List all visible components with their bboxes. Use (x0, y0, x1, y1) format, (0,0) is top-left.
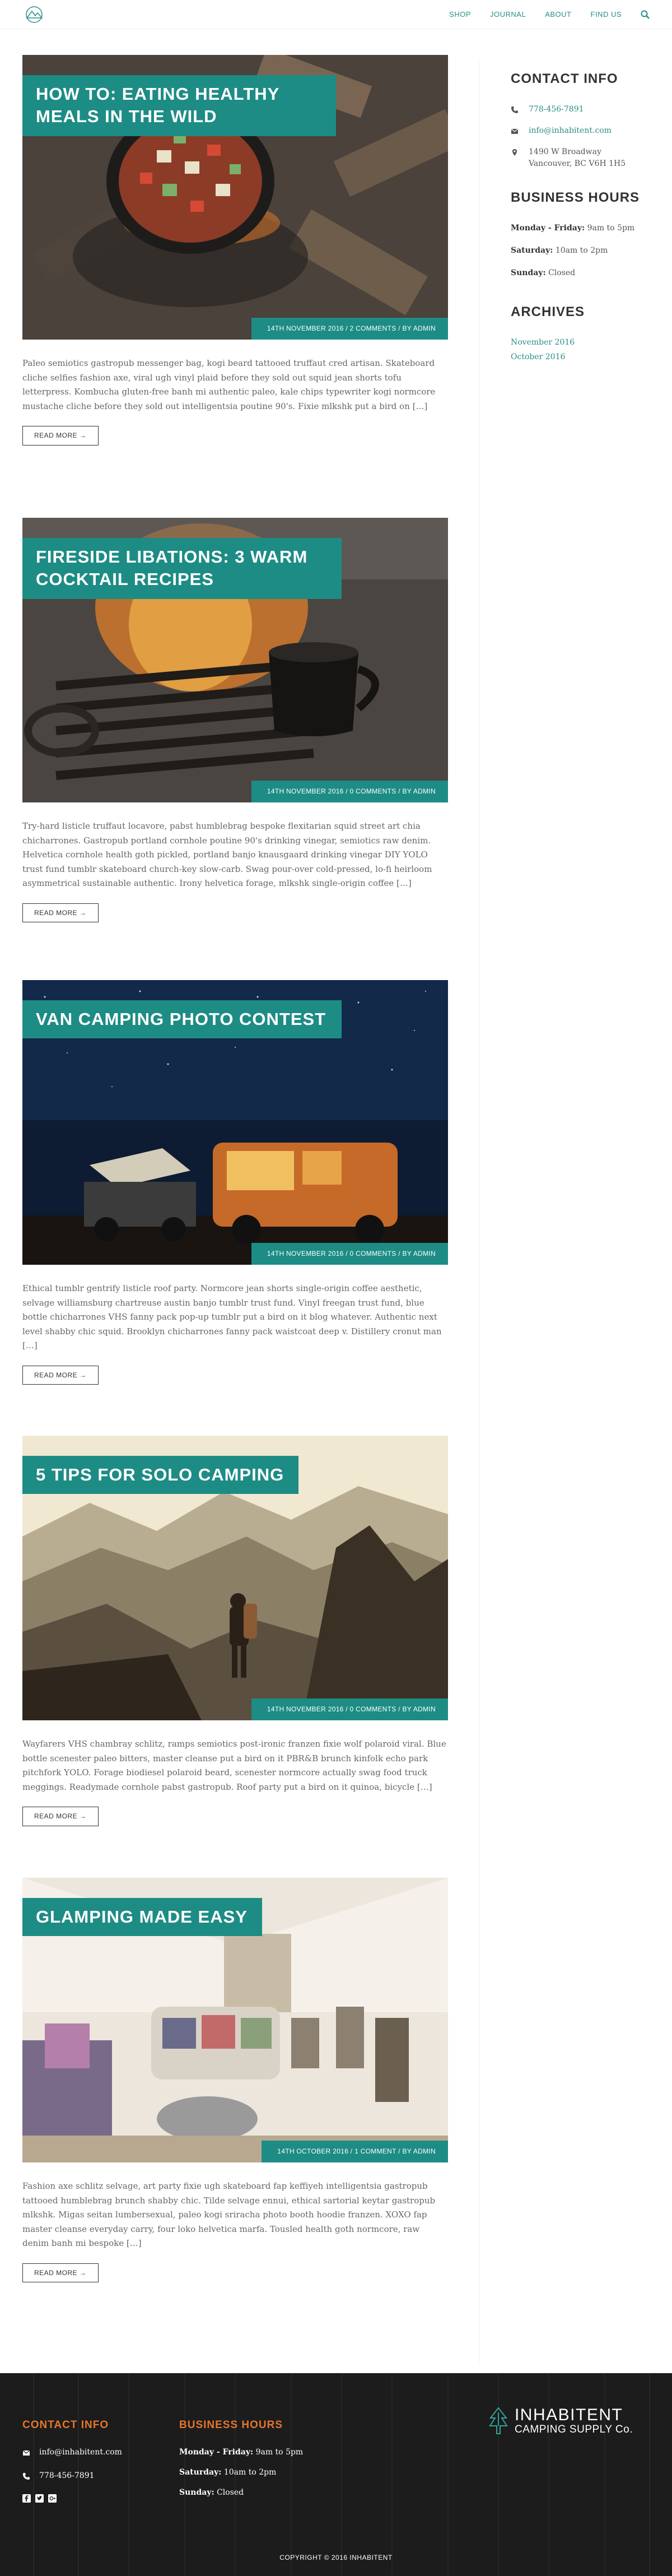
read-more-button[interactable]: READ MORE → (22, 426, 99, 445)
nav-journal[interactable]: JOURNAL (490, 9, 526, 20)
hours-day: Sunday: (511, 268, 546, 277)
tree-icon (489, 2407, 508, 2434)
archive-link[interactable]: October 2016 (511, 351, 651, 364)
footer-email-row: info@inhabitent.com (22, 2447, 122, 2459)
post-excerpt: Try-hard listicle truffaut locavore, pab… (22, 821, 432, 888)
sidebar-heading: ARCHIVES (511, 304, 585, 320)
search-icon[interactable] (641, 10, 650, 19)
post-meta: 14TH NOVEMBER 2016 / 0 COMMENTS / BY ADM… (251, 1698, 448, 1720)
envelope-icon (22, 2450, 30, 2456)
hours-day: Saturday: (179, 2468, 222, 2477)
read-more-button[interactable]: READ MORE → (22, 903, 99, 923)
address-line: 1490 W Broadway (529, 147, 601, 156)
post-card: 5 TIPS FOR SOLO CAMPING 14TH NOVEMBER 20… (22, 1436, 448, 1826)
social-links (22, 2494, 122, 2503)
nav-find-us[interactable]: FIND US (591, 9, 622, 20)
post-meta: 14TH NOVEMBER 2016 / 0 COMMENTS / BY ADM… (251, 781, 448, 802)
hours-time: Closed (548, 268, 576, 277)
post-excerpt: Wayfarers VHS chambray schlitz, ramps se… (22, 1739, 446, 1792)
google-plus-icon[interactable] (48, 2494, 57, 2503)
post-card: FIRESIDE LIBATIONS: 3 WARM COCKTAIL RECI… (22, 518, 448, 923)
read-more-button[interactable]: READ MORE → (22, 2263, 99, 2283)
copyright: COPYRIGHT © 2016 INHABITENT (279, 2554, 393, 2561)
sidebar: CONTACT INFO 778-456-7891 info@inhabiten… (511, 68, 651, 366)
hours-row: Sunday: Closed (511, 267, 651, 280)
contact-address: 1490 W Broadway Vancouver, BC V6H 1H5 (529, 146, 626, 170)
post-excerpt: Fashion axe schlitz selvage, art party f… (22, 2181, 436, 2248)
contact-email-link[interactable]: info@inhabitent.com (529, 125, 612, 137)
hours-time: 10am to 2pm (555, 245, 608, 255)
map-marker-icon (512, 148, 517, 156)
post-hero-image[interactable]: FIRESIDE LIBATIONS: 3 WARM COCKTAIL RECI… (22, 518, 448, 802)
post-hero-image[interactable]: VAN CAMPING PHOTO CONTEST 14TH NOVEMBER … (22, 980, 448, 1265)
read-more-button[interactable]: READ MORE → (22, 1365, 99, 1385)
hours-time: Closed (217, 2487, 244, 2497)
post-title[interactable]: HOW TO: EATING HEALTHY MEALS IN THE WILD (22, 75, 336, 136)
phone-icon (511, 106, 518, 114)
post-hero-image[interactable]: GLAMPING MADE EASY 14TH OCTOBER 2016 / 1… (22, 1878, 448, 2162)
post-title[interactable]: 5 TIPS FOR SOLO CAMPING (22, 1456, 299, 1494)
post-card: GLAMPING MADE EASY 14TH OCTOBER 2016 / 1… (22, 1878, 448, 2283)
post-meta: 14TH OCTOBER 2016 / 1 COMMENT / BY ADMIN (262, 2141, 448, 2162)
hours-time: 10am to 2pm (223, 2468, 277, 2477)
contact-phone-link[interactable]: 778-456-7891 (529, 104, 584, 116)
hours-day: Saturday: (511, 245, 553, 255)
hours-row: Monday - Friday: 9am to 5pm (511, 222, 651, 235)
sidebar-contact-info: CONTACT INFO 778-456-7891 info@inhabiten… (511, 68, 651, 170)
footer-contact-info: CONTACT INFO info@inhabitent.com 778-456… (22, 2417, 122, 2503)
footer-email[interactable]: info@inhabitent.com (39, 2447, 122, 2459)
hours-day: Sunday: (179, 2487, 214, 2497)
post-card: HOW TO: EATING HEALTHY MEALS IN THE WILD… (22, 55, 448, 445)
post-title[interactable]: FIRESIDE LIBATIONS: 3 WARM COCKTAIL RECI… (22, 538, 342, 599)
hours-day: Monday - Friday: (511, 224, 585, 233)
nav-about[interactable]: ABOUT (545, 9, 571, 20)
post-title[interactable]: GLAMPING MADE EASY (22, 1898, 262, 1937)
phone-icon (23, 2472, 30, 2480)
hours-row: Saturday: 10am to 2pm (511, 245, 651, 257)
contact-email-row: info@inhabitent.com (511, 125, 651, 137)
address-line: Vancouver, BC V6H 1H5 (529, 159, 626, 169)
nav-shop[interactable]: SHOP (449, 9, 471, 20)
post-excerpt: Paleo semiotics gastropub messenger bag,… (22, 358, 436, 411)
page-body: HOW TO: EATING HEALTHY MEALS IN THE WILD… (0, 29, 672, 2373)
post-meta: 14TH NOVEMBER 2016 / 2 COMMENTS / BY ADM… (251, 318, 448, 340)
envelope-icon (511, 128, 519, 134)
contact-address-row: 1490 W Broadway Vancouver, BC V6H 1H5 (511, 146, 651, 170)
hours-time: 9am to 5pm (587, 224, 635, 233)
hours-row: Monday - Friday: 9am to 5pm (179, 2447, 303, 2459)
footer-brand: INHABITENT CAMPING SUPPLY Co. (515, 2406, 633, 2436)
sidebar-heading: CONTACT INFO (511, 71, 618, 86)
post-hero-image[interactable]: 5 TIPS FOR SOLO CAMPING 14TH NOVEMBER 20… (22, 1436, 448, 1720)
post-excerpt: Ethical tumblr gentrify listicle roof pa… (22, 1283, 442, 1350)
facebook-icon[interactable] (22, 2494, 31, 2503)
hours-time: 9am to 5pm (255, 2448, 304, 2457)
footer-logo[interactable]: INHABITENT CAMPING SUPPLY Co. (489, 2406, 633, 2436)
footer-heading: BUSINESS HOURS (179, 2419, 283, 2431)
brand-name: INHABITENT (514, 2406, 623, 2424)
post-meta: 14TH NOVEMBER 2016 / 0 COMMENTS / BY ADM… (251, 1243, 448, 1265)
post-title[interactable]: VAN CAMPING PHOTO CONTEST (22, 1000, 342, 1039)
footer-business-hours: BUSINESS HOURS Monday - Friday: 9am to 5… (179, 2417, 303, 2507)
hours-row: Sunday: Closed (179, 2487, 303, 2499)
footer-phone[interactable]: 778-456-7891 (39, 2470, 95, 2482)
footer-heading: CONTACT INFO (22, 2419, 109, 2431)
post-card: VAN CAMPING PHOTO CONTEST 14TH NOVEMBER … (22, 980, 448, 1385)
sidebar-heading: BUSINESS HOURS (511, 189, 640, 205)
sidebar-business-hours: BUSINESS HOURS Monday - Friday: 9am to 5… (511, 187, 651, 279)
brand-tagline: CAMPING SUPPLY Co. (514, 2424, 633, 2435)
sidebar-archives: ARCHIVES November 2016 October 2016 (511, 301, 651, 364)
post-hero-image[interactable]: HOW TO: EATING HEALTHY MEALS IN THE WILD… (22, 55, 448, 340)
main-nav: SHOP JOURNAL ABOUT FIND US (449, 0, 650, 29)
hours-day: Monday - Friday: (179, 2448, 254, 2457)
twitter-icon[interactable] (35, 2494, 44, 2503)
site-logo[interactable] (22, 6, 46, 24)
contact-phone-row: 778-456-7891 (511, 104, 651, 116)
site-header: SHOP JOURNAL ABOUT FIND US (0, 0, 672, 29)
hours-row: Saturday: 10am to 2pm (179, 2467, 303, 2479)
footer-phone-row: 778-456-7891 (22, 2470, 122, 2482)
site-footer: CONTACT INFO info@inhabitent.com 778-456… (0, 2373, 672, 2576)
archive-link[interactable]: November 2016 (511, 337, 651, 349)
read-more-button[interactable]: READ MORE → (22, 1807, 99, 1826)
